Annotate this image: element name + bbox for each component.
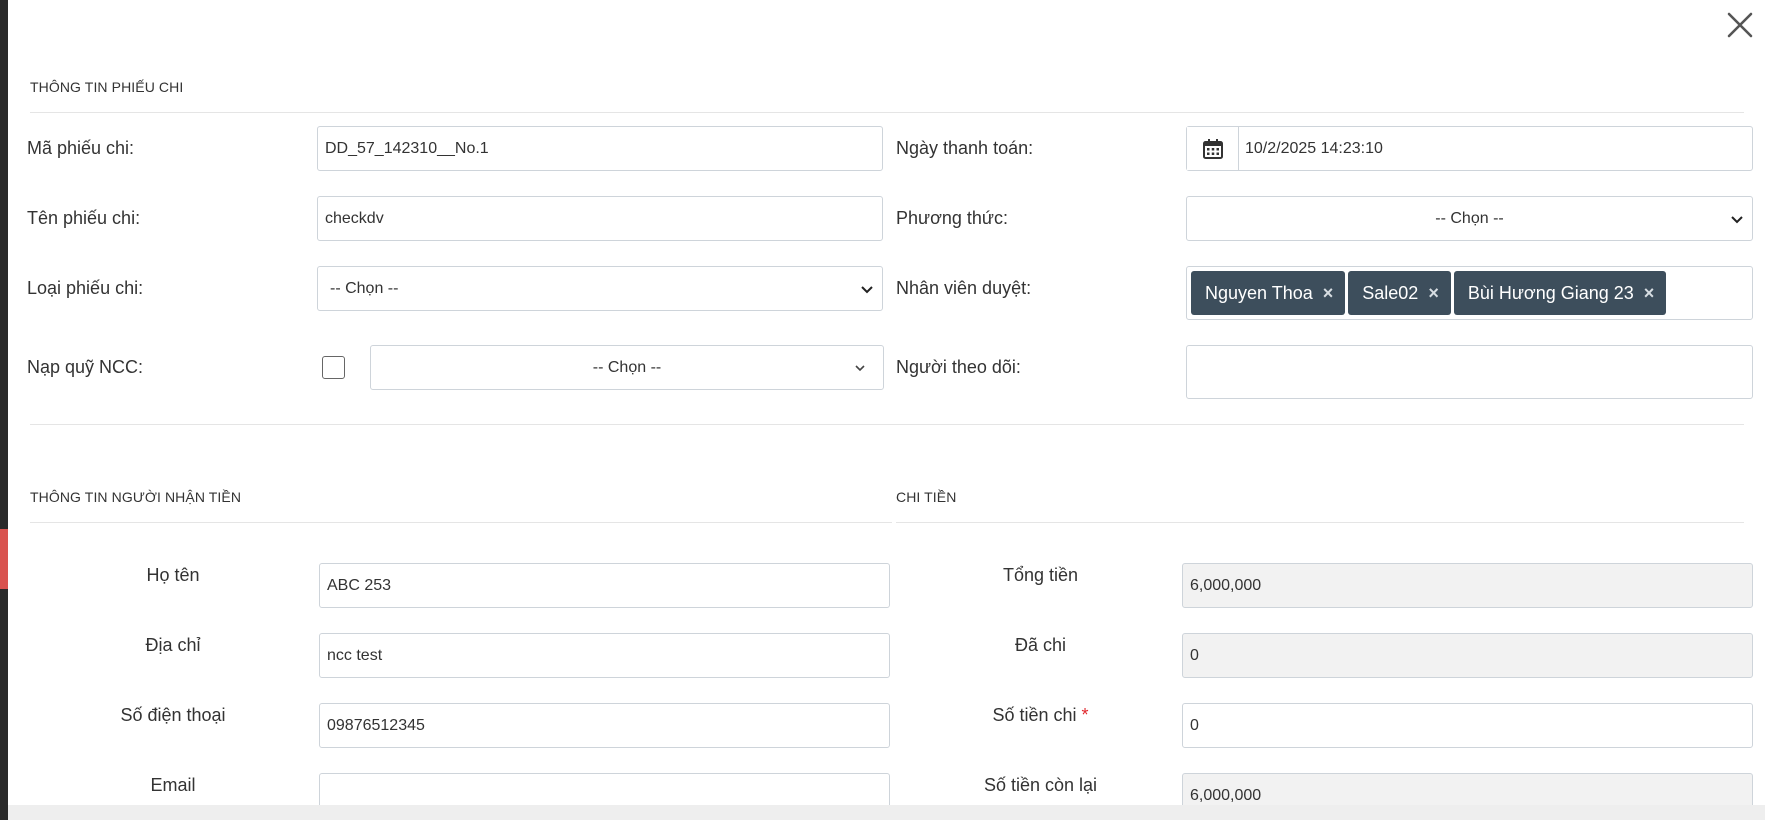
payment-voucher-modal: THÔNG TIN PHIẾU CHI Mã phiếu chi: DD_57_…	[8, 0, 1765, 805]
approver-tag[interactable]: Bùi Hương Giang 23 ×	[1453, 271, 1667, 315]
method-selected: -- Chọn --	[1435, 209, 1504, 227]
approver-tag-label: Sale02	[1362, 282, 1419, 303]
voucher-type-selected: -- Chọn --	[330, 279, 399, 297]
voucher-code-input[interactable]: DD_57_142310__No.1	[317, 126, 883, 171]
supplier-fund-label: Nạp quỹ NCC:	[27, 357, 144, 377]
section-title-payout: CHI TIỀN	[896, 489, 957, 505]
payment-date-value[interactable]: 10/2/2025 14:23:10	[1239, 127, 1752, 170]
payment-date-label: Ngày thanh toán:	[896, 138, 1034, 158]
receiver-phone-label: Số điện thoại	[120, 705, 226, 725]
remove-tag-icon[interactable]: ×	[1428, 283, 1439, 304]
voucher-code-label: Mã phiếu chi:	[27, 138, 135, 158]
receiver-phone-input[interactable]: 09876512345	[319, 703, 890, 748]
approver-tag[interactable]: Nguyen Thoa ×	[1191, 271, 1346, 315]
paid-amount-field: 0	[1182, 633, 1753, 678]
remove-tag-icon[interactable]: ×	[1644, 283, 1655, 304]
total-amount-field: 6,000,000	[1182, 563, 1753, 608]
followers-label: Người theo dõi:	[896, 357, 1021, 377]
receiver-address-label: Địa chỉ	[145, 635, 201, 655]
chevron-down-icon	[855, 365, 865, 372]
approvers-label: Nhân viên duyệt:	[896, 278, 1032, 298]
bottom-scroll-strip	[8, 805, 1765, 820]
payout-amount-input[interactable]: 0	[1182, 703, 1753, 748]
receiver-name-input[interactable]: ABC 253	[319, 563, 890, 608]
paid-amount-label: Đã chi	[1014, 635, 1067, 655]
approvers-multiselect[interactable]: Nguyen Thoa × Sale02 × Bùi Hương Giang 23 ×	[1186, 266, 1753, 320]
receiver-name-label: Họ tên	[146, 565, 200, 585]
payment-date-picker[interactable]: 10/2/2025 14:23:10	[1186, 126, 1753, 171]
total-amount-label: Tổng tiền	[1002, 565, 1079, 585]
approver-tag-label: Nguyen Thoa	[1205, 282, 1313, 303]
voucher-name-label: Tên phiếu chi:	[27, 208, 141, 228]
receiver-email-label: Email	[150, 775, 196, 795]
calendar-icon	[1202, 138, 1223, 159]
remaining-amount-label: Số tiền còn lại	[983, 775, 1098, 795]
voucher-name-input[interactable]: checkdv	[317, 196, 883, 241]
receiver-address-input[interactable]: ncc test	[319, 633, 890, 678]
approver-tag[interactable]: Sale02 ×	[1348, 271, 1451, 315]
divider	[30, 112, 1744, 113]
voucher-type-select[interactable]: -- Chọn --	[317, 266, 883, 311]
calendar-button[interactable]	[1187, 127, 1239, 170]
supplier-fund-checkbox[interactable]	[322, 356, 345, 379]
remove-tag-icon[interactable]: ×	[1323, 283, 1334, 304]
section-title-receiver-info: THÔNG TIN NGƯỜI NHẬN TIỀN	[30, 489, 242, 505]
method-label: Phương thức:	[896, 208, 1008, 228]
sidebar-active-accent	[0, 529, 8, 589]
payout-amount-label-text: Số tiền chi	[992, 705, 1077, 725]
section-title-payment-info: THÔNG TIN PHIẾU CHI	[30, 79, 184, 95]
payout-amount-label: Số tiền chi *	[908, 705, 1173, 726]
close-button[interactable]	[1723, 8, 1757, 42]
chevron-down-icon	[1731, 216, 1743, 224]
approver-tag-label: Bùi Hương Giang 23	[1467, 282, 1634, 303]
divider	[896, 522, 1744, 523]
receiver-email-input[interactable]	[319, 773, 890, 805]
supplier-fund-select[interactable]: -- Chọn --	[370, 345, 884, 390]
left-sidebar-edge	[0, 0, 8, 820]
method-select[interactable]: -- Chọn --	[1186, 196, 1753, 241]
divider	[30, 522, 892, 523]
voucher-type-label: Loại phiếu chi:	[27, 278, 144, 298]
required-marker: *	[1081, 705, 1089, 725]
remaining-amount-field: 6,000,000	[1182, 773, 1753, 805]
divider	[30, 424, 1744, 425]
close-icon	[1727, 12, 1753, 38]
chevron-down-icon	[861, 286, 873, 294]
supplier-fund-selected: -- Chọn --	[592, 358, 662, 376]
followers-input[interactable]	[1186, 345, 1753, 399]
